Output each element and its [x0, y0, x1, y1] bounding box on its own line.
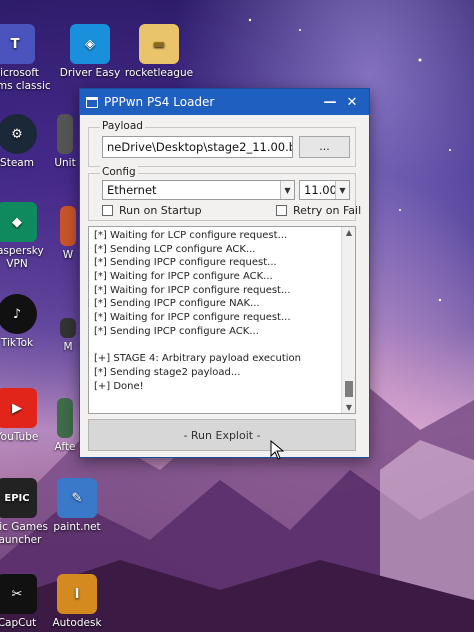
checkbox-box	[276, 205, 287, 216]
desktop-icon-label: Kaspersky	[0, 245, 44, 257]
run-exploit-label: - Run Exploit -	[183, 428, 261, 442]
teams-icon: T	[0, 24, 35, 64]
desktop-icon-unit-partial[interactable]: Unit	[48, 114, 82, 170]
interface-value: Ethernet	[107, 183, 157, 197]
firmware-value: 11.00	[304, 183, 337, 197]
log-line: [*] Waiting for IPCP configure ACK...	[94, 271, 273, 283]
desktop-icon-label: Afte	[54, 441, 76, 453]
mouse-cursor-icon	[270, 440, 284, 460]
desktop-icon-after-partial[interactable]: Afte	[50, 398, 80, 454]
steam-icon: ⚙	[0, 114, 37, 154]
log-line: [*] Sending stage2 payload...	[94, 366, 241, 378]
capcut-icon: ✂	[0, 574, 37, 614]
log-line: [+] STAGE 4: Arbitrary payload execution	[94, 353, 301, 365]
log-line: [*] Waiting for IPCP configure request..…	[94, 284, 291, 296]
desktop-icon-steam[interactable]: ⚙ Steam	[0, 114, 54, 170]
desktop-icon-label: Steam	[0, 157, 34, 169]
log-output[interactable]: [*] Waiting for LCP configure request...…	[88, 226, 356, 414]
app-icon	[60, 206, 76, 246]
browse-button[interactable]: ...	[299, 136, 350, 158]
desktop-icon-label: YouTube	[0, 431, 39, 443]
checkbox-box	[102, 205, 113, 216]
payload-label: Payload	[100, 120, 145, 132]
desktop-icon-kaspersky[interactable]: ◆ Kaspersky VPN	[0, 202, 54, 271]
app-icon	[57, 398, 73, 438]
desktop-icon-teams[interactable]: T Microsoft Teams classic	[0, 24, 52, 93]
scroll-down-icon[interactable]: ▼	[342, 403, 355, 412]
chevron-down-icon: ▼	[335, 181, 349, 199]
paintnet-icon: ✎	[57, 478, 97, 518]
interface-select[interactable]: Ethernet ▼	[102, 180, 295, 200]
pppwn-loader-window: PPPwn PS4 Loader — ✕ Payload neDrive\Des…	[79, 88, 370, 458]
log-scrollbar[interactable]: ▲ ▼	[341, 227, 355, 413]
desktop-icon-autodesk[interactable]: I Autodesk	[40, 574, 114, 630]
log-line: [*] Sending IPCP configure ACK...	[94, 325, 259, 337]
desktop-icon-rocketleague[interactable]: ▬ rocketleague	[122, 24, 196, 80]
desktop-icon-label: Driver Easy	[59, 67, 121, 79]
desktop-icon-label: TikTok	[0, 337, 34, 349]
log-line: [*] Waiting for LCP configure request...	[94, 230, 288, 241]
run-exploit-button[interactable]: - Run Exploit -	[88, 419, 356, 451]
close-icon[interactable]: ✕	[341, 95, 363, 110]
desktop-icon-label: Launcher	[0, 534, 42, 546]
retry-on-fail-label: Retry on Fail	[293, 204, 362, 217]
desktop-icon-label: Unit	[54, 157, 76, 169]
kaspersky-icon: ◆	[0, 202, 37, 242]
firmware-select[interactable]: 11.00 ▼	[299, 180, 350, 200]
epic-games-icon: EPIC	[0, 478, 37, 518]
payload-path-input[interactable]: neDrive\Desktop\stage2_11.00.bin	[102, 136, 293, 158]
desktop-icon-m-partial[interactable]: M	[56, 318, 80, 354]
title-bar[interactable]: PPPwn PS4 Loader — ✕	[80, 89, 369, 115]
desktop-icon-paintnet[interactable]: ✎ paint.net	[40, 478, 114, 534]
minimize-icon[interactable]: —	[319, 95, 341, 110]
run-on-startup-checkbox[interactable]: Run on Startup	[102, 204, 202, 217]
log-line: [*] Sending LCP configure ACK...	[94, 243, 256, 255]
desktop-icon-label: paint.net	[53, 521, 101, 533]
retry-on-fail-checkbox[interactable]: Retry on Fail	[276, 204, 361, 217]
desktop-icon-label: Teams classic	[0, 80, 51, 92]
autodesk-icon: I	[57, 574, 97, 614]
app-icon	[57, 114, 73, 154]
desktop-icon-label: W	[62, 249, 74, 261]
desktop-icon-label: M	[63, 341, 73, 353]
drivereasy-icon: ◈	[70, 24, 110, 64]
scroll-up-icon[interactable]: ▲	[342, 228, 355, 237]
log-line: [*] Sending IPCP configure NAK...	[94, 298, 260, 310]
desktop-icon-drivereasy[interactable]: ◈ Driver Easy	[53, 24, 127, 80]
chevron-down-icon: ▼	[280, 181, 294, 199]
window-app-icon	[86, 96, 98, 108]
folder-icon: ▬	[139, 24, 179, 64]
desktop-icon-label: VPN	[6, 258, 28, 270]
app-icon	[60, 318, 76, 338]
youtube-icon: ▶	[0, 388, 37, 428]
tiktok-icon: ♪	[0, 294, 37, 334]
desktop-icon-label: Microsoft	[0, 67, 39, 79]
desktop-icon-label: Autodesk	[52, 617, 102, 629]
desktop-icon-tiktok[interactable]: ♪ TikTok	[0, 294, 54, 350]
desktop-icon-youtube[interactable]: ▶ YouTube	[0, 388, 54, 444]
run-on-startup-label: Run on Startup	[119, 204, 202, 217]
log-line: [*] Waiting for IPCP configure request..…	[94, 312, 291, 324]
log-line: [+] Done!	[94, 380, 144, 392]
scrollbar-thumb[interactable]	[345, 381, 353, 397]
window-title: PPPwn PS4 Loader	[104, 95, 215, 109]
log-line: [*] Sending IPCP configure request...	[94, 257, 277, 269]
desktop-icon-w1-partial[interactable]: W	[56, 206, 80, 262]
config-label: Config	[100, 166, 138, 178]
desktop-icon-label: rocketleague	[124, 67, 194, 79]
